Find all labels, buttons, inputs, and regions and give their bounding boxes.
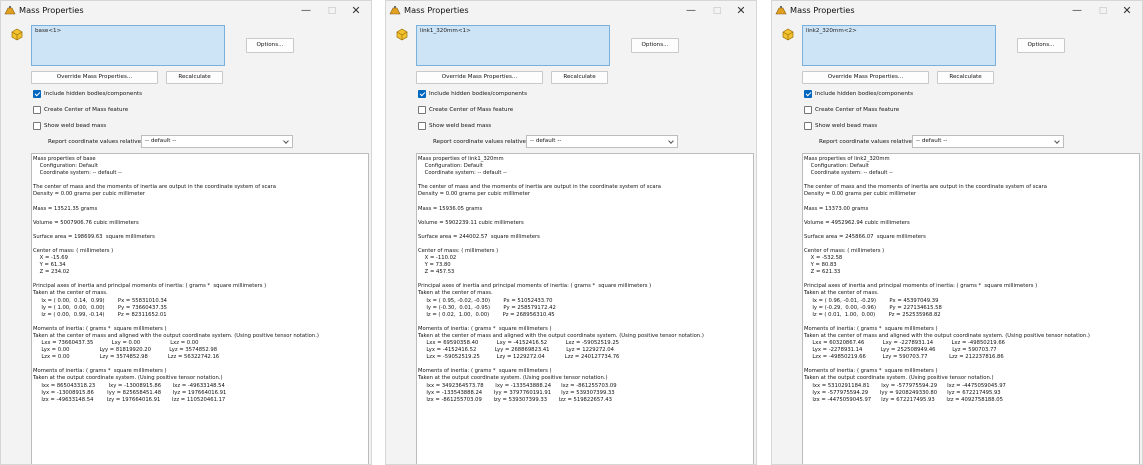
minimize-icon[interactable]: —: [678, 3, 704, 19]
selection-list[interactable]: link1_320mm<1>: [416, 25, 610, 66]
close-icon[interactable]: ✕: [1114, 3, 1140, 19]
maximize-icon[interactable]: □: [704, 3, 730, 19]
create-com-label: Create Center of Mass feature: [815, 107, 900, 113]
show-weld-checkbox[interactable]: [418, 122, 426, 130]
title-bar: Mass Properties — □ ✕: [1, 1, 371, 21]
create-com-label: Create Center of Mass feature: [44, 107, 129, 113]
override-mass-properties-button[interactable]: Override Mass Properties...: [416, 71, 543, 84]
override-mass-properties-button[interactable]: Override Mass Properties...: [31, 71, 158, 84]
mass-properties-icon: [4, 6, 16, 15]
close-icon[interactable]: ✕: [343, 3, 369, 19]
include-hidden-checkbox[interactable]: [804, 90, 812, 98]
report-relative-label: Report coordinate values relative to:: [819, 139, 922, 145]
maximize-icon[interactable]: □: [319, 3, 345, 19]
component-icon: [396, 28, 408, 41]
include-hidden-label: Include hidden bodies/components: [429, 91, 527, 97]
mass-properties-window-link1: Mass Properties — □ ✕ link1_320mm<1> Opt…: [385, 0, 757, 465]
selected-component[interactable]: link2_320mm<2>: [806, 28, 857, 34]
maximize-icon[interactable]: □: [1090, 3, 1116, 19]
mass-properties-window-base: Mass Properties — □ ✕ base<1> Options...…: [0, 0, 372, 465]
component-icon: [11, 28, 23, 41]
recalculate-button[interactable]: Recalculate: [166, 71, 223, 84]
window-title: Mass Properties: [404, 5, 469, 15]
include-hidden-label: Include hidden bodies/components: [44, 91, 142, 97]
chevron-down-icon[interactable]: [1054, 138, 1060, 144]
mass-properties-icon: [775, 6, 787, 15]
create-com-checkbox[interactable]: [804, 106, 812, 114]
report-text: Mass properties of link1_320mm Configura…: [418, 156, 704, 403]
chevron-down-icon[interactable]: [283, 138, 289, 144]
recalculate-button[interactable]: Recalculate: [551, 71, 608, 84]
report-relative-label: Report coordinate values relative to:: [433, 139, 536, 145]
mass-properties-icon: [389, 6, 401, 15]
title-bar: Mass Properties — □ ✕: [386, 1, 756, 21]
report-text: Mass properties of link2_320mm Configura…: [804, 156, 1090, 403]
mass-properties-window-link2: Mass Properties — □ ✕ link2_320mm<2> Opt…: [771, 0, 1143, 465]
coordinate-system-value[interactable]: -- default --: [530, 138, 561, 144]
include-hidden-label: Include hidden bodies/components: [815, 91, 913, 97]
report-text: Mass properties of base Configuration: D…: [33, 156, 319, 403]
coordinate-system-value[interactable]: -- default --: [916, 138, 947, 144]
show-weld-label: Show weld bead mass: [815, 123, 878, 129]
show-weld-label: Show weld bead mass: [44, 123, 107, 129]
report-relative-label: Report coordinate values relative to:: [48, 139, 151, 145]
recalculate-button[interactable]: Recalculate: [937, 71, 994, 84]
show-weld-checkbox[interactable]: [804, 122, 812, 130]
chevron-down-icon[interactable]: [668, 138, 674, 144]
selected-component[interactable]: link1_320mm<1>: [420, 28, 471, 34]
selected-component[interactable]: base<1>: [35, 28, 61, 34]
coordinate-system-dropdown[interactable]: -- default --: [912, 135, 1064, 148]
close-icon[interactable]: ✕: [728, 3, 754, 19]
component-icon: [782, 28, 794, 41]
coordinate-system-dropdown[interactable]: -- default --: [526, 135, 678, 148]
options-button[interactable]: Options...: [246, 38, 294, 53]
window-title: Mass Properties: [19, 5, 84, 15]
minimize-icon[interactable]: —: [293, 3, 319, 19]
title-bar: Mass Properties — □ ✕: [772, 1, 1142, 21]
options-button[interactable]: Options...: [1017, 38, 1065, 53]
report-panel[interactable]: Mass properties of link2_320mm Configura…: [802, 153, 1140, 464]
include-hidden-checkbox[interactable]: [418, 90, 426, 98]
selection-list[interactable]: base<1>: [31, 25, 225, 66]
create-com-checkbox[interactable]: [418, 106, 426, 114]
override-mass-properties-button[interactable]: Override Mass Properties...: [802, 71, 929, 84]
create-com-label: Create Center of Mass feature: [429, 107, 514, 113]
minimize-icon[interactable]: —: [1064, 3, 1090, 19]
report-panel[interactable]: Mass properties of base Configuration: D…: [31, 153, 369, 464]
create-com-checkbox[interactable]: [33, 106, 41, 114]
show-weld-checkbox[interactable]: [33, 122, 41, 130]
options-button[interactable]: Options...: [631, 38, 679, 53]
include-hidden-checkbox[interactable]: [33, 90, 41, 98]
coordinate-system-value[interactable]: -- default --: [145, 138, 176, 144]
window-title: Mass Properties: [790, 5, 855, 15]
report-panel[interactable]: Mass properties of link1_320mm Configura…: [416, 153, 754, 464]
selection-list[interactable]: link2_320mm<2>: [802, 25, 996, 66]
coordinate-system-dropdown[interactable]: -- default --: [141, 135, 293, 148]
show-weld-label: Show weld bead mass: [429, 123, 492, 129]
